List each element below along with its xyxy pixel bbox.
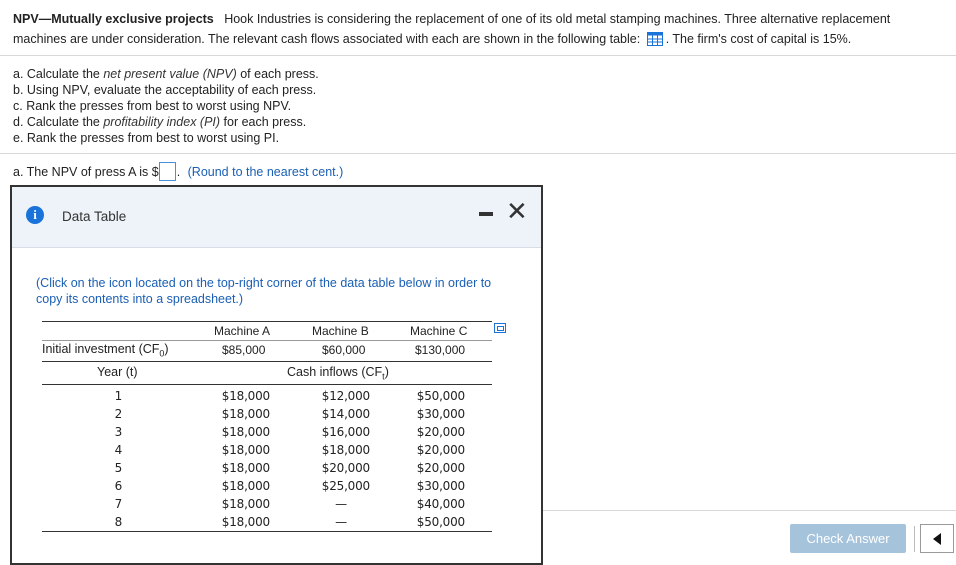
machine-c-cell: $40,000 xyxy=(416,497,465,511)
machine-c-cell: $50,000 xyxy=(416,515,465,529)
table-rule xyxy=(42,361,492,362)
machine-b-cell: $25,000 xyxy=(321,479,370,493)
machine-b-cell: $16,000 xyxy=(321,425,370,439)
problem-statement: NPV—Mutually exclusive projects Hook Ind… xyxy=(13,9,943,49)
task-list: a. Calculate the net present value (NPV)… xyxy=(13,66,319,146)
year-cell: 3 xyxy=(114,425,123,439)
check-answer-button[interactable]: Check Answer xyxy=(790,524,906,553)
copy-to-spreadsheet-icon[interactable] xyxy=(494,323,506,333)
year-cell: 5 xyxy=(114,461,123,475)
year-cell: 6 xyxy=(114,479,123,493)
col-header-machine-a: Machine A xyxy=(214,324,271,338)
year-cell: 4 xyxy=(114,443,123,457)
machine-c-cell: $30,000 xyxy=(416,407,465,421)
close-icon[interactable]: ✕ xyxy=(506,198,528,224)
machine-a-cell: $18,000 xyxy=(221,497,270,511)
machine-a-cell: $18,000 xyxy=(221,515,270,529)
machine-a-cell: $18,000 xyxy=(221,407,270,421)
modal-title: Data Table xyxy=(62,209,127,224)
machine-a-cell: $18,000 xyxy=(221,443,270,457)
answer-line: a. The NPV of press A is $. (Round to th… xyxy=(13,162,343,181)
table-rule xyxy=(42,531,492,532)
machine-b-cell: $20,000 xyxy=(321,461,370,475)
divider xyxy=(543,510,956,511)
machine-c-cell: $20,000 xyxy=(416,425,465,439)
task-item: b. Using NPV, evaluate the acceptability… xyxy=(13,83,317,97)
problem-title: NPV—Mutually exclusive projects xyxy=(13,12,214,26)
copy-instructions: (Click on the icon located on the top-ri… xyxy=(36,276,492,306)
task-item: c. Rank the presses from best to worst u… xyxy=(13,99,292,113)
machine-b-cell: — xyxy=(335,515,347,529)
initial-investment-label: Initial investment (CF0) xyxy=(42,342,169,359)
task-item: d. Calculate the profitability index (PI… xyxy=(13,115,307,129)
machine-a-cell: $18,000 xyxy=(221,479,270,493)
table-rule xyxy=(42,321,492,322)
previous-button[interactable] xyxy=(920,524,954,553)
machine-c-cell: $20,000 xyxy=(416,461,465,475)
round-hint: (Round to the nearest cent.) xyxy=(187,165,344,179)
machine-a-cell: $18,000 xyxy=(221,425,270,439)
initial-investment-c: $130,000 xyxy=(415,343,466,357)
year-header: Year (t) xyxy=(97,365,138,379)
data-table-modal: i Data Table ✕ (Click on the icon locate… xyxy=(10,185,543,565)
machine-a-cell: $18,000 xyxy=(221,461,270,475)
machine-b-cell: — xyxy=(335,497,347,511)
left-arrow-icon xyxy=(933,533,941,545)
machine-c-cell: $30,000 xyxy=(416,479,465,493)
minimize-icon[interactable] xyxy=(479,212,493,216)
npv-a-input[interactable] xyxy=(158,162,176,181)
year-cell: 7 xyxy=(114,497,123,511)
modal-header: i Data Table ✕ xyxy=(12,187,541,248)
year-cell: 1 xyxy=(114,389,123,403)
data-table-icon[interactable] xyxy=(646,32,663,46)
info-icon: i xyxy=(26,206,44,224)
task-item: e. Rank the presses from best to worst u… xyxy=(13,131,280,145)
initial-investment-b: $60,000 xyxy=(322,343,366,357)
year-cell: 2 xyxy=(114,407,123,421)
cash-inflows-header: Cash inflows (CFt) xyxy=(287,365,389,382)
answer-prefix: a. The NPV of press A is $ xyxy=(13,165,159,179)
machine-a-cell: $18,000 xyxy=(221,389,270,403)
col-header-machine-c: Machine C xyxy=(410,324,468,338)
footer-separator xyxy=(914,526,915,552)
divider xyxy=(0,153,956,154)
table-rule xyxy=(42,384,492,385)
col-header-machine-b: Machine B xyxy=(312,324,369,338)
machine-b-cell: $14,000 xyxy=(321,407,370,421)
task-item: a. Calculate the net present value (NPV)… xyxy=(13,67,319,81)
machine-b-cell: $12,000 xyxy=(321,389,370,403)
problem-text-end: . The firm's cost of capital is 15%. xyxy=(665,32,852,46)
table-rule xyxy=(42,340,492,341)
machine-c-cell: $50,000 xyxy=(416,389,465,403)
initial-investment-a: $85,000 xyxy=(222,343,266,357)
divider xyxy=(0,55,956,56)
machine-c-cell: $20,000 xyxy=(416,443,465,457)
year-cell: 8 xyxy=(114,515,123,529)
machine-b-cell: $18,000 xyxy=(321,443,370,457)
